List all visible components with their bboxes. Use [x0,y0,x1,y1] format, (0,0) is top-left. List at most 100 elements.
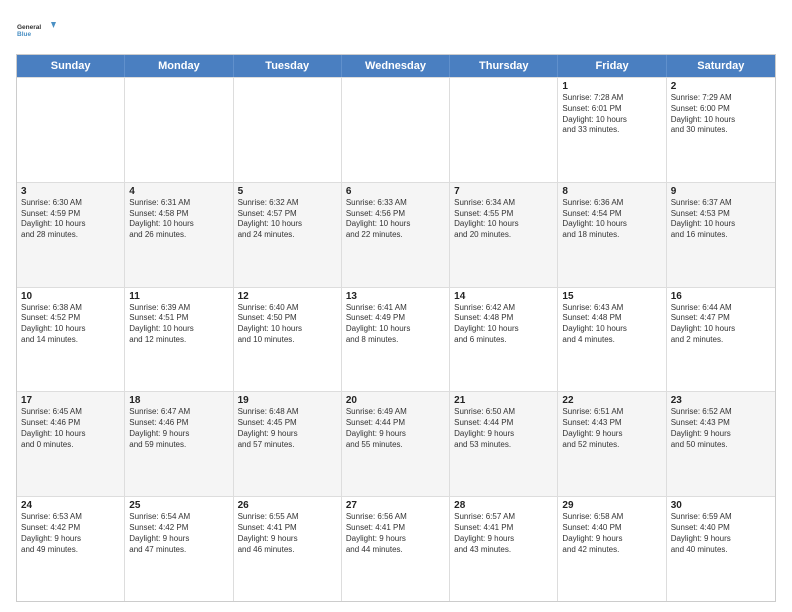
day-number: 4 [129,186,228,197]
day-cell-5: 5Sunrise: 6:32 AM Sunset: 4:57 PM Daylig… [234,183,342,287]
day-cell-28: 28Sunrise: 6:57 AM Sunset: 4:41 PM Dayli… [450,497,558,601]
day-info: Sunrise: 6:31 AM Sunset: 4:58 PM Dayligh… [129,198,228,241]
day-cell-2: 2Sunrise: 7:29 AM Sunset: 6:00 PM Daylig… [667,78,775,182]
day-info: Sunrise: 6:58 AM Sunset: 4:40 PM Dayligh… [562,512,661,555]
header-day-thursday: Thursday [450,55,558,77]
svg-text:General: General [17,24,41,31]
empty-cell [17,78,125,182]
day-cell-10: 10Sunrise: 6:38 AM Sunset: 4:52 PM Dayli… [17,288,125,392]
empty-cell [125,78,233,182]
day-cell-24: 24Sunrise: 6:53 AM Sunset: 4:42 PM Dayli… [17,497,125,601]
week-row-5: 24Sunrise: 6:53 AM Sunset: 4:42 PM Dayli… [17,496,775,601]
day-number: 2 [671,81,771,92]
day-cell-29: 29Sunrise: 6:58 AM Sunset: 4:40 PM Dayli… [558,497,666,601]
day-info: Sunrise: 6:59 AM Sunset: 4:40 PM Dayligh… [671,512,771,555]
header-day-friday: Friday [558,55,666,77]
day-number: 3 [21,186,120,197]
day-info: Sunrise: 6:38 AM Sunset: 4:52 PM Dayligh… [21,303,120,346]
empty-cell [450,78,558,182]
day-info: Sunrise: 6:40 AM Sunset: 4:50 PM Dayligh… [238,303,337,346]
day-info: Sunrise: 6:43 AM Sunset: 4:48 PM Dayligh… [562,303,661,346]
day-number: 7 [454,186,553,197]
day-info: Sunrise: 6:39 AM Sunset: 4:51 PM Dayligh… [129,303,228,346]
day-info: Sunrise: 6:49 AM Sunset: 4:44 PM Dayligh… [346,407,445,450]
day-info: Sunrise: 6:44 AM Sunset: 4:47 PM Dayligh… [671,303,771,346]
day-cell-7: 7Sunrise: 6:34 AM Sunset: 4:55 PM Daylig… [450,183,558,287]
header-day-tuesday: Tuesday [234,55,342,77]
day-cell-11: 11Sunrise: 6:39 AM Sunset: 4:51 PM Dayli… [125,288,233,392]
calendar-body: 1Sunrise: 7:28 AM Sunset: 6:01 PM Daylig… [17,77,775,601]
day-cell-21: 21Sunrise: 6:50 AM Sunset: 4:44 PM Dayli… [450,392,558,496]
week-row-4: 17Sunrise: 6:45 AM Sunset: 4:46 PM Dayli… [17,391,775,496]
day-info: Sunrise: 6:36 AM Sunset: 4:54 PM Dayligh… [562,198,661,241]
day-cell-18: 18Sunrise: 6:47 AM Sunset: 4:46 PM Dayli… [125,392,233,496]
logo: General Blue [16,12,56,48]
day-number: 22 [562,395,661,406]
day-cell-26: 26Sunrise: 6:55 AM Sunset: 4:41 PM Dayli… [234,497,342,601]
week-row-2: 3Sunrise: 6:30 AM Sunset: 4:59 PM Daylig… [17,182,775,287]
day-number: 8 [562,186,661,197]
day-number: 24 [21,500,120,511]
day-number: 14 [454,291,553,302]
day-info: Sunrise: 6:52 AM Sunset: 4:43 PM Dayligh… [671,407,771,450]
day-cell-12: 12Sunrise: 6:40 AM Sunset: 4:50 PM Dayli… [234,288,342,392]
day-number: 6 [346,186,445,197]
day-number: 30 [671,500,771,511]
day-info: Sunrise: 6:48 AM Sunset: 4:45 PM Dayligh… [238,407,337,450]
calendar: SundayMondayTuesdayWednesdayThursdayFrid… [16,54,776,602]
day-number: 12 [238,291,337,302]
day-cell-13: 13Sunrise: 6:41 AM Sunset: 4:49 PM Dayli… [342,288,450,392]
day-info: Sunrise: 6:33 AM Sunset: 4:56 PM Dayligh… [346,198,445,241]
svg-text:Blue: Blue [17,31,31,38]
day-number: 9 [671,186,771,197]
day-number: 1 [562,81,661,92]
day-number: 25 [129,500,228,511]
day-number: 15 [562,291,661,302]
header-day-sunday: Sunday [17,55,125,77]
day-number: 13 [346,291,445,302]
day-info: Sunrise: 6:41 AM Sunset: 4:49 PM Dayligh… [346,303,445,346]
day-cell-4: 4Sunrise: 6:31 AM Sunset: 4:58 PM Daylig… [125,183,233,287]
day-number: 21 [454,395,553,406]
day-number: 5 [238,186,337,197]
day-cell-30: 30Sunrise: 6:59 AM Sunset: 4:40 PM Dayli… [667,497,775,601]
day-number: 29 [562,500,661,511]
day-number: 28 [454,500,553,511]
day-info: Sunrise: 6:32 AM Sunset: 4:57 PM Dayligh… [238,198,337,241]
day-info: Sunrise: 6:47 AM Sunset: 4:46 PM Dayligh… [129,407,228,450]
day-cell-19: 19Sunrise: 6:48 AM Sunset: 4:45 PM Dayli… [234,392,342,496]
day-cell-6: 6Sunrise: 6:33 AM Sunset: 4:56 PM Daylig… [342,183,450,287]
day-cell-22: 22Sunrise: 6:51 AM Sunset: 4:43 PM Dayli… [558,392,666,496]
page: General Blue SundayMondayTuesdayWednesda… [0,0,792,612]
day-info: Sunrise: 6:45 AM Sunset: 4:46 PM Dayligh… [21,407,120,450]
day-info: Sunrise: 6:37 AM Sunset: 4:53 PM Dayligh… [671,198,771,241]
day-cell-20: 20Sunrise: 6:49 AM Sunset: 4:44 PM Dayli… [342,392,450,496]
day-number: 19 [238,395,337,406]
day-info: Sunrise: 6:42 AM Sunset: 4:48 PM Dayligh… [454,303,553,346]
day-cell-23: 23Sunrise: 6:52 AM Sunset: 4:43 PM Dayli… [667,392,775,496]
day-info: Sunrise: 6:53 AM Sunset: 4:42 PM Dayligh… [21,512,120,555]
day-info: Sunrise: 6:57 AM Sunset: 4:41 PM Dayligh… [454,512,553,555]
header-day-monday: Monday [125,55,233,77]
day-info: Sunrise: 6:30 AM Sunset: 4:59 PM Dayligh… [21,198,120,241]
day-cell-14: 14Sunrise: 6:42 AM Sunset: 4:48 PM Dayli… [450,288,558,392]
week-row-3: 10Sunrise: 6:38 AM Sunset: 4:52 PM Dayli… [17,287,775,392]
empty-cell [342,78,450,182]
day-info: Sunrise: 6:56 AM Sunset: 4:41 PM Dayligh… [346,512,445,555]
day-number: 17 [21,395,120,406]
day-cell-25: 25Sunrise: 6:54 AM Sunset: 4:42 PM Dayli… [125,497,233,601]
header-day-saturday: Saturday [667,55,775,77]
day-cell-1: 1Sunrise: 7:28 AM Sunset: 6:01 PM Daylig… [558,78,666,182]
day-cell-8: 8Sunrise: 6:36 AM Sunset: 4:54 PM Daylig… [558,183,666,287]
logo-svg: General Blue [16,12,56,48]
day-info: Sunrise: 6:55 AM Sunset: 4:41 PM Dayligh… [238,512,337,555]
day-number: 11 [129,291,228,302]
day-info: Sunrise: 6:54 AM Sunset: 4:42 PM Dayligh… [129,512,228,555]
day-number: 23 [671,395,771,406]
day-cell-9: 9Sunrise: 6:37 AM Sunset: 4:53 PM Daylig… [667,183,775,287]
day-info: Sunrise: 7:28 AM Sunset: 6:01 PM Dayligh… [562,93,661,136]
day-cell-15: 15Sunrise: 6:43 AM Sunset: 4:48 PM Dayli… [558,288,666,392]
day-info: Sunrise: 7:29 AM Sunset: 6:00 PM Dayligh… [671,93,771,136]
empty-cell [234,78,342,182]
header-day-wednesday: Wednesday [342,55,450,77]
